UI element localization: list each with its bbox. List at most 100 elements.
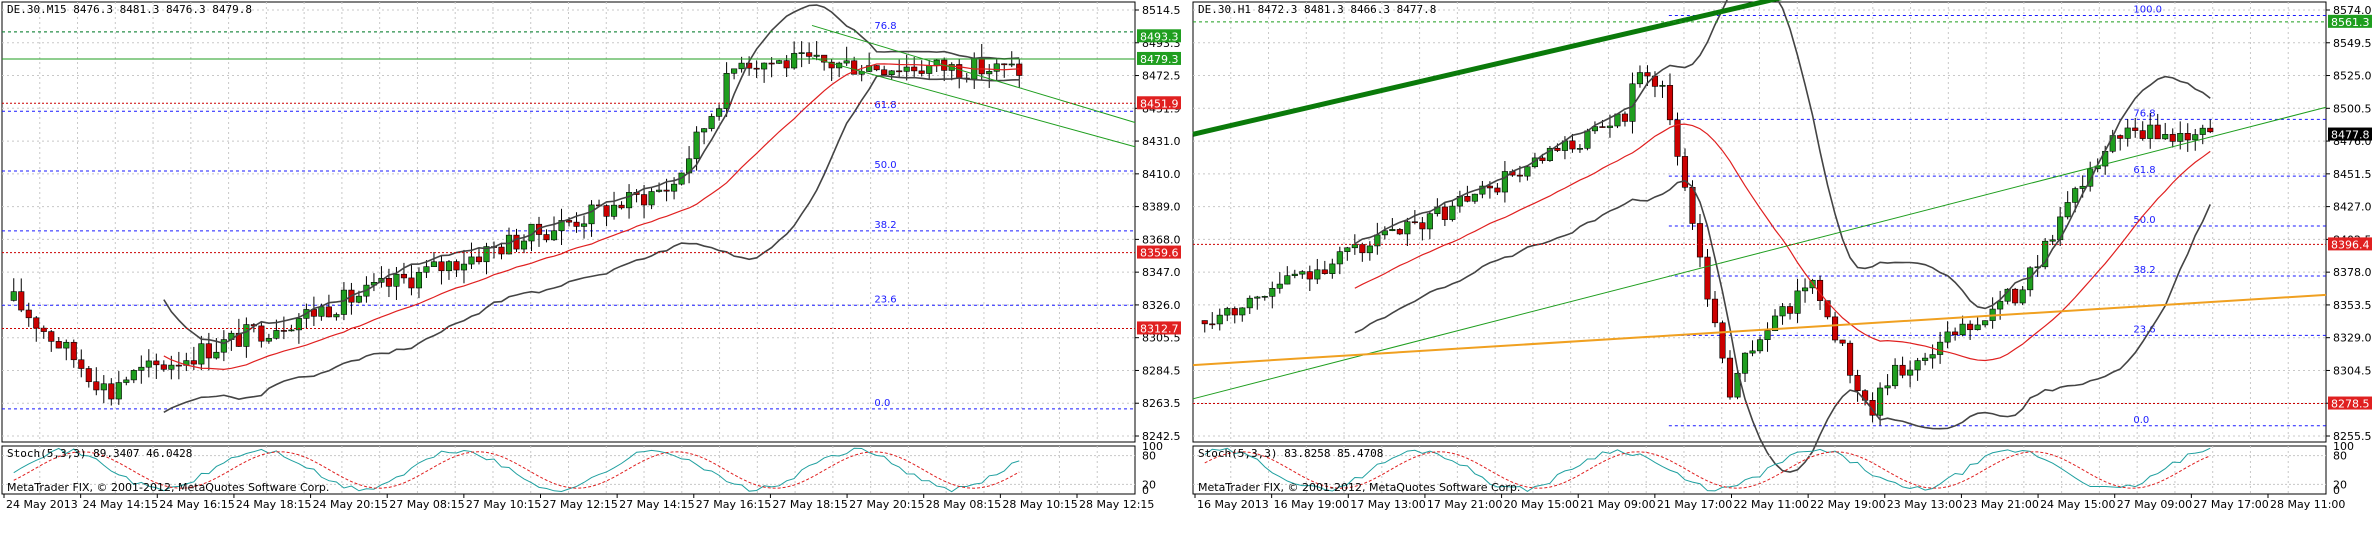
candle-body — [1696, 223, 1704, 258]
candle-body — [926, 65, 933, 74]
candle-body — [1636, 72, 1644, 85]
candle-body — [2177, 133, 2184, 142]
candle-body — [708, 116, 715, 129]
time-tick-label: 28 May 10:15 — [1002, 498, 1077, 511]
chart-canvas[interactable]: 8574.08549.58525.08500.58476.08451.58427… — [1191, 0, 2376, 556]
candle-body — [2169, 134, 2176, 142]
candle-body — [1786, 306, 1794, 314]
candle-body — [761, 62, 768, 70]
fibonacci-level-label: 38.2 — [2133, 265, 2155, 276]
candle-body — [1216, 314, 1223, 325]
candle-body — [903, 66, 910, 72]
chart-window-h1[interactable]: 8574.0 8549.5 8525.0 8500.5 8476.0 8451.5 8427… — [1191, 0, 2376, 556]
candle-body — [1599, 126, 1606, 128]
fibonacci-level-label: 50.0 — [874, 160, 896, 171]
time-tick-label: 24 May 15:00 — [2040, 498, 2115, 511]
candle-body — [340, 289, 347, 315]
price-tick-label: 8451.5 — [2333, 168, 2372, 181]
candle-body — [78, 359, 85, 369]
candle-body — [1224, 308, 1231, 316]
candle-body — [1974, 324, 1981, 331]
candle-body — [33, 317, 40, 329]
candle-body — [2019, 289, 2026, 304]
candle-body — [716, 108, 723, 117]
price-tag-label: 8493.3 — [1140, 30, 1179, 43]
candle-body — [138, 366, 145, 371]
candle-body — [355, 295, 362, 303]
time-tick-label: 24 May 14:15 — [83, 498, 158, 511]
candle-body — [318, 306, 325, 317]
candle-body — [791, 53, 798, 69]
price-tick-label: 8427.0 — [2333, 201, 2372, 214]
candle-body — [986, 71, 993, 75]
price-tag-label: 8477.8 — [2331, 129, 2370, 142]
chart-symbol-title: DE.30.H1 8472.3 8481.3 8466.3 8477.8 — [1198, 3, 1436, 16]
candle-body — [25, 309, 32, 319]
price-tick-label: 8378.0 — [2333, 266, 2372, 279]
candle-body — [1411, 221, 1418, 224]
candle-body — [888, 70, 895, 75]
candle-body — [693, 131, 700, 160]
candle-body — [1907, 369, 1914, 376]
candle-body — [123, 379, 130, 383]
candle-body — [1644, 72, 1651, 77]
candle-body — [1892, 364, 1899, 387]
candle-body — [2162, 134, 2169, 140]
candle-body — [798, 52, 805, 54]
candle-body — [520, 240, 528, 250]
time-tick-label: 24 May 20:15 — [313, 498, 388, 511]
candle-body — [460, 263, 468, 271]
candle-body — [1569, 140, 1576, 150]
chart-canvas[interactable]: 8514.5 8493.3 8472.5 8451.9 8431.0 8410.0 8389… — [0, 0, 1185, 556]
candle-body — [1937, 341, 1944, 355]
candle-body — [1419, 222, 1426, 230]
candle-body — [1832, 316, 1839, 341]
candle-body — [393, 273, 400, 287]
candle-body — [2147, 124, 2154, 139]
candle-body — [1922, 357, 1929, 361]
candle-body — [175, 364, 182, 367]
candle-body — [1952, 331, 1959, 336]
stochastic-label: Stoch(5,3,3) 83.8258 85.4708 — [1198, 447, 1383, 460]
candle-body — [2012, 288, 2019, 304]
candle-body — [2192, 134, 2199, 141]
candle-body — [1269, 288, 1276, 297]
candle-body — [1944, 331, 1951, 343]
candle-body — [1524, 166, 1531, 177]
candle-body — [1426, 213, 1433, 230]
copyright-text: MetaTrader FIX, © 2001-2012, MetaQuotes … — [7, 481, 329, 494]
candle-body — [1839, 339, 1846, 344]
candle-body — [1201, 320, 1208, 325]
candle-body — [1741, 352, 1749, 374]
candle-body — [1001, 63, 1008, 66]
candle-body — [1359, 244, 1366, 254]
candle-body — [2184, 133, 2191, 141]
candle-body — [415, 271, 423, 289]
price-tick-label: 8353.5 — [2333, 299, 2372, 312]
candle-body — [1449, 205, 1456, 220]
candle-body — [1621, 113, 1629, 122]
candle-body — [656, 189, 663, 192]
candle-body — [603, 205, 610, 217]
candle-body — [806, 52, 813, 57]
price-tick-label: 8410.0 — [1142, 168, 1181, 181]
stochastic-label: Stoch(5,3,3) 89.3407 46.0428 — [7, 447, 192, 460]
price-tick-label: 8368.0 — [1142, 233, 1181, 246]
candle-body — [1554, 147, 1561, 151]
time-tick-label: 23 May 21:00 — [1963, 498, 2038, 511]
price-tick-label: 8284.5 — [1142, 364, 1181, 377]
stochastic-tick-label: 80 — [1142, 450, 1156, 463]
candle-body — [813, 54, 820, 57]
candle-body — [1389, 229, 1396, 232]
candle-body — [100, 383, 107, 391]
fibonacci-level-label: 0.0 — [874, 398, 890, 409]
price-tick-label: 8500.5 — [2333, 102, 2372, 115]
candle-body — [978, 57, 985, 75]
price-tick-label: 8514.5 — [1142, 4, 1181, 17]
candle-body — [1501, 171, 1508, 193]
chart-window-m15[interactable]: 8514.5 8493.3 8472.5 8451.9 8431.0 8410.0 8389… — [0, 0, 1185, 556]
candle-body — [55, 341, 62, 349]
candle-body — [1584, 130, 1591, 149]
candle-body — [731, 68, 738, 74]
candle-body — [1291, 273, 1298, 276]
